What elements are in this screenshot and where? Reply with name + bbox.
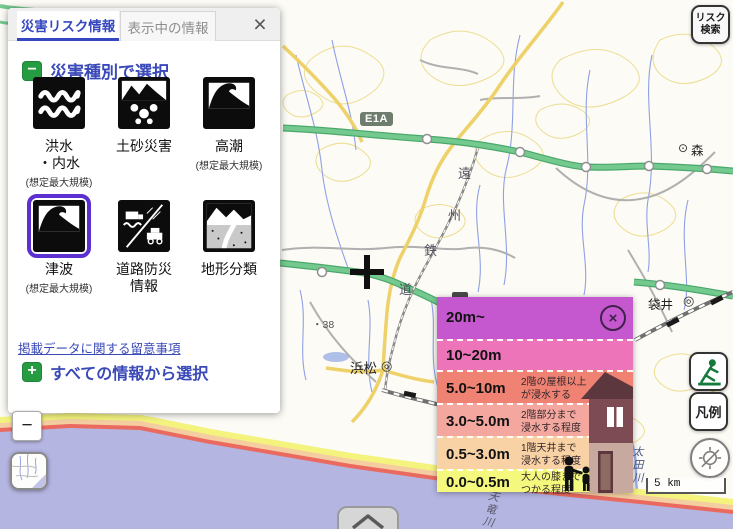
legend-note: 2階の屋根以上 が浸水する [521,377,587,402]
evacuation-site-button[interactable] [689,352,728,391]
zoom-out-button[interactable]: − [12,411,42,441]
legend-row: 10~20m [437,339,633,370]
tab-disaster-risk-info[interactable]: 災害リスク情報 [17,11,119,41]
map-scale-bar: 5 km [646,478,726,494]
legend-row: 5.0~10m 2階の屋根以上 が浸水する [437,370,633,403]
road-disaster-icon[interactable] [118,200,170,252]
hazard-item-landform[interactable]: 地形分類 [189,194,269,280]
lake [323,352,349,362]
storm-surge-icon[interactable] [203,77,255,129]
risk-search-button[interactable]: リスク 検索 [691,5,730,44]
expand-icon[interactable]: + [22,362,42,382]
legend-range: 0.0~0.5m [446,474,510,491]
flood-icon[interactable] [33,77,85,129]
hazard-item-storm-surge[interactable]: 高潮 (想定最大規模) [189,71,269,172]
chevron-up-icon [343,508,393,529]
section-select-all: + すべての情報から選択 [22,360,208,384]
hazard-item-label: 道路防災 情報 [116,261,172,295]
hazard-item-landslide[interactable]: 土砂災害 [104,71,184,157]
hazard-item-note: (想定最大規模) [26,280,93,295]
section-title: すべての情報から選択 [50,360,208,384]
legend-row: 3.0~5.0m 2階部分まで 浸水する程度 [437,403,633,436]
tsunami-depth-legend: 20m~ × 10~20m 5.0~10m 2階の屋根以上 が浸水する 3.0~… [437,297,633,492]
hazard-map-app: E1A ⊙ 森 袋井 ◎ 浜松 ◎ ・38 遠 州 鉄 道 太田川 天竜川 災害… [0,0,733,529]
railway-name-char: 鉄 [424,240,437,259]
hazard-item-tsunami[interactable]: 津波 (想定最大規模) [19,194,99,295]
locate-crosshair-icon [696,444,724,472]
hazard-item-label: 土砂災害 [116,138,172,155]
running-person-icon [694,357,724,387]
legend-range: 0.5~3.0m [446,446,510,463]
panel-tab-bar: 災害リスク情報 表示中の情報 × [8,8,280,41]
legend-range: 10~20m [446,347,501,364]
panel-expand-button[interactable] [337,506,399,529]
map-center-crosshair [364,255,370,289]
panel-close-icon[interactable]: × [246,9,274,39]
legend-row: 20m~ × [437,297,633,339]
railway-name-char: 遠 [458,163,471,182]
overview-minimap[interactable] [10,452,48,490]
legend-note: 2階部分まで 浸水する程度 [521,410,581,435]
hazard-item-label: 地形分類 [201,261,257,278]
railway-name-char: 州 [448,205,461,224]
legend-note: 大人の膝まで つかる程度 [521,472,581,497]
legend-row: 0.0~0.5m 大人の膝まで つかる程度 [437,469,633,492]
hazard-item-road-disaster[interactable]: 道路防災 情報 [104,194,184,297]
data-disclaimer-link[interactable]: 掲載データに関する留意事項 [18,338,181,357]
legend-close-icon[interactable]: × [600,305,626,331]
hazard-item-label: 津波 [45,261,73,278]
hazard-item-note: (想定最大規模) [196,157,263,172]
disaster-risk-panel: 災害リスク情報 表示中の情報 × − 災害種別で選択 洪水 ・内水 (想定最大規… [8,8,280,413]
landform-icon[interactable] [203,200,255,252]
legend-row: 0.5~3.0m 1階天井まで 浸水する程度 [437,436,633,469]
legend-button[interactable]: 凡例 [689,392,728,431]
railway-name-char: 道 [399,279,412,298]
minimap-preview [12,454,46,488]
hazard-item-label: 高潮 [215,138,243,155]
legend-note: 1階天井まで 浸水する程度 [521,443,581,468]
hazard-item-flood[interactable]: 洪水 ・内水 (想定最大規模) [19,71,99,189]
tsunami-icon[interactable] [33,200,85,252]
hazard-item-note: (想定最大規模) [26,174,93,189]
legend-range: 5.0~10m [446,380,506,397]
legend-range: 20m~ [446,309,485,326]
tab-displayed-info[interactable]: 表示中の情報 [120,11,216,41]
current-location-button[interactable] [690,438,730,478]
hazard-item-label: 洪水 ・内水 [38,138,80,172]
legend-range: 3.0~5.0m [446,413,510,430]
landslide-icon[interactable] [118,77,170,129]
